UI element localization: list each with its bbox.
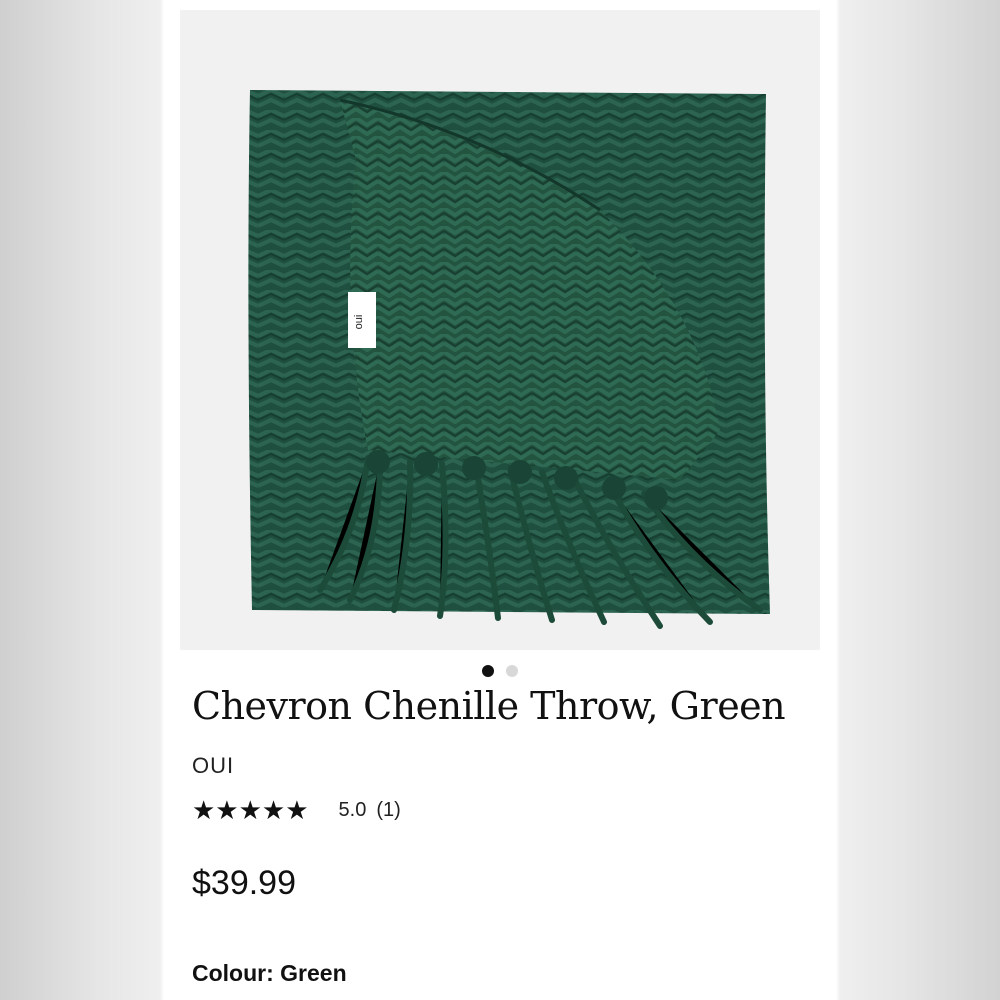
product-title: Chevron Chenille Throw, Green bbox=[192, 684, 786, 728]
product-image[interactable]: oui bbox=[180, 10, 820, 650]
rating-score: 5.0 bbox=[338, 798, 367, 821]
colour-label: Colour: bbox=[192, 960, 274, 986]
rating-stars-icon: ★★★★★ bbox=[192, 795, 309, 825]
carousel-dot-1[interactable] bbox=[482, 665, 494, 677]
image-carousel-dots bbox=[164, 665, 836, 679]
product-brand[interactable]: OUI bbox=[192, 753, 234, 779]
colour-selection: Colour: Green bbox=[192, 960, 347, 987]
carousel-dot-2[interactable] bbox=[506, 665, 518, 677]
colour-value: Green bbox=[280, 960, 347, 986]
review-count[interactable]: (1) bbox=[376, 799, 400, 822]
product-card: oui Chevron Chenille Throw, Green OUI ★★… bbox=[164, 0, 836, 1000]
tag-text: oui bbox=[353, 315, 365, 330]
product-rating[interactable]: ★★★★★ 5.0 (1) bbox=[192, 795, 401, 825]
product-price: $39.99 bbox=[192, 864, 296, 902]
throw-blanket-illustration: oui bbox=[248, 90, 770, 629]
